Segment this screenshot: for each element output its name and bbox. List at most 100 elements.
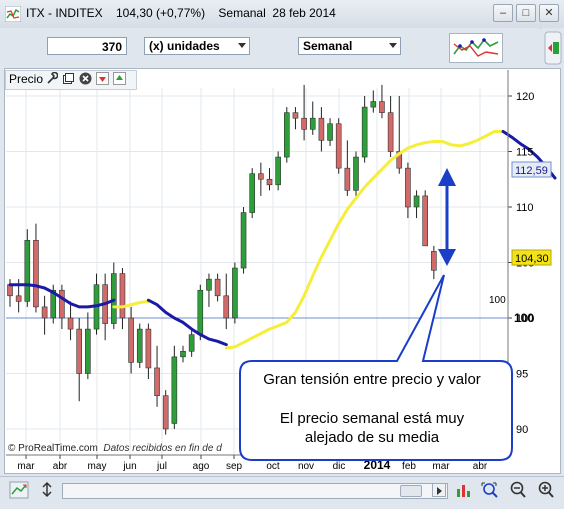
candle-body [413,195,420,208]
chart-style-icon[interactable] [9,481,29,504]
candle-body [24,240,31,302]
bearish-candle [162,390,169,435]
bearish-candle [405,162,411,219]
bullish-candle [361,96,368,163]
bearish-candle [396,96,403,174]
bullish-candle [413,190,420,219]
zoom-in-icon[interactable] [537,481,557,504]
candle-body [136,328,143,363]
time-tick-label: jul [156,461,167,472]
time-tick-label: ago [193,461,210,472]
bearish-candle [318,107,325,152]
arrow-down-icon[interactable] [96,72,109,85]
candle-body [232,267,238,319]
candle-body [292,112,299,119]
bullish-candle [232,262,238,324]
time-tick-label: nov [298,461,314,472]
candle-body [223,295,230,319]
candle-body [197,289,204,335]
bearish-candle [431,245,437,280]
candle-body [335,123,342,169]
bullish-candle [188,329,195,357]
bearish-candle [128,306,134,374]
bullish-candle [171,345,178,429]
copyright-brand: © ProRealTime.com [8,443,98,454]
zoom-out-icon[interactable] [509,481,529,504]
bearish-candle [119,268,126,330]
zoom-fit-icon[interactable] [480,481,500,504]
candle-body [327,123,333,141]
bullish-candle [24,229,31,307]
bearish-candle [292,107,299,130]
candle-body [162,395,169,430]
candle-body [59,289,65,319]
candle-body [119,273,126,319]
window-icon[interactable] [62,72,75,85]
time-tick-label: mar [17,461,35,472]
bearish-candle [41,295,48,335]
candle-body [128,317,134,363]
candle-body [7,284,13,297]
bullish-candle [180,345,186,363]
bearish-candle [76,318,82,402]
bearish-candle [258,162,264,196]
ma-line-yellow [224,130,505,350]
candle-body [145,328,152,369]
candle-body [258,173,264,180]
candle-body [206,278,212,291]
ma-line-yellow [112,299,150,309]
candle-body [353,156,359,191]
candle-body [76,328,82,374]
bullish-candle [370,90,377,113]
close-icon[interactable] [79,72,92,85]
candle-body [344,167,351,191]
callout-line-3: alejado de su media [304,429,440,446]
bullish-candle [275,151,281,191]
time-scrollbar[interactable] [62,483,448,499]
bullish-candle [353,151,359,196]
candle-body [266,178,273,186]
bullish-candle [206,273,212,307]
candle-body [422,195,429,247]
price-tick-label: 110 [516,202,534,214]
bullish-candle [309,101,316,135]
candle-body [283,112,290,158]
bearish-candle [154,345,160,407]
price-tick-label: 120 [516,91,534,103]
bearish-candle [67,301,74,341]
time-tick-label: feb [402,461,416,472]
current-price-label: 104,30 [515,253,549,265]
volume-bars-icon[interactable] [455,481,471,504]
ref-level-axis-label: 100 [514,311,534,325]
candle-body [361,106,368,158]
candle-body [249,173,255,213]
time-tick-label: abr [473,461,488,472]
candle-body [387,112,394,152]
bullish-candle [240,207,247,274]
moving-average-layer [8,130,557,350]
candle-body [379,101,385,113]
candle-body [301,117,307,130]
bearish-candle [335,118,342,174]
scroll-thumb[interactable] [400,485,422,497]
time-tick-label: sep [226,461,243,472]
price-tick-label: 95 [516,369,528,381]
scroll-right-button[interactable] [432,483,446,497]
candle-body [370,101,377,108]
time-tick-label: dic [333,461,346,472]
candle-body [180,350,186,358]
wrench-icon[interactable] [45,71,59,85]
arrow-up-icon[interactable] [113,72,126,85]
bearish-candle [344,140,351,196]
ref-line-label: 100 [489,295,506,306]
candle-body [318,117,325,141]
copyright-text: © ProRealTime.com Datos recibidos en fin… [8,443,222,454]
cursor-mode-icon[interactable] [39,481,55,504]
candle-body [309,117,316,130]
ma-line-blue [146,298,228,347]
candle-body [15,295,22,302]
callout-line-2: El precio semanal está muy [279,410,465,427]
candle-body [111,273,117,324]
time-tick-label: abr [53,461,68,472]
candle-body [85,328,91,374]
